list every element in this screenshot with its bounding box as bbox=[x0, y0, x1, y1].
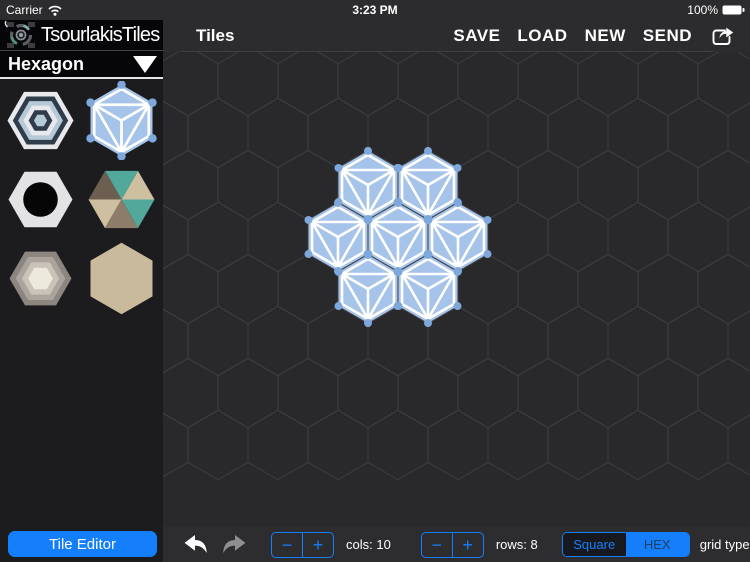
share-button[interactable] bbox=[709, 24, 735, 48]
palette-tile-concentric-gray-hexagon[interactable] bbox=[0, 239, 81, 318]
toolbar: Tiles SAVE LOAD NEW SEND bbox=[163, 20, 750, 52]
palette-tile-solid-tan-hexagon[interactable] bbox=[81, 239, 162, 318]
app-logo-icon bbox=[4, 20, 35, 48]
main-area: Tiles SAVE LOAD NEW SEND − + cols: 10 − … bbox=[127, 20, 750, 562]
tile-canvas[interactable] bbox=[127, 45, 750, 527]
grid-type-label: grid type bbox=[699, 537, 750, 552]
palette-tile-blue-y-pattern-hexagon[interactable] bbox=[81, 81, 162, 160]
load-button[interactable]: LOAD bbox=[517, 26, 567, 46]
cols-count-label: cols: 10 bbox=[346, 537, 391, 552]
app-screen: Carrier 3:23 PM 100% TsourlakisTiles Hex… bbox=[0, 0, 750, 562]
palette-tile-white-hexagon-black-circle[interactable] bbox=[0, 160, 81, 239]
cols-stepper: − + bbox=[271, 531, 334, 558]
rows-count-label: rows: 8 bbox=[495, 537, 538, 552]
app-header: TsourlakisTiles bbox=[0, 20, 163, 51]
grid-type-segmented-control: Square HEX bbox=[561, 532, 690, 557]
rows-plus-button[interactable]: + bbox=[453, 533, 483, 557]
toolbar-actions: SAVE LOAD NEW SEND bbox=[453, 20, 735, 52]
app-title: TsourlakisTiles bbox=[41, 23, 160, 46]
save-button[interactable]: SAVE bbox=[453, 26, 500, 46]
rows-minus-button[interactable]: − bbox=[422, 532, 453, 557]
undo-arrow-icon bbox=[184, 535, 207, 553]
battery-percent: 100% bbox=[687, 3, 718, 17]
sidebar: TsourlakisTiles Hexagon Tile Editor bbox=[0, 20, 163, 562]
battery-icon bbox=[722, 5, 745, 15]
chevron-down-icon bbox=[133, 55, 157, 73]
page-title: Tiles bbox=[196, 26, 235, 45]
new-button[interactable]: NEW bbox=[585, 26, 626, 46]
undo-button[interactable] bbox=[183, 533, 210, 556]
clock: 3:23 PM bbox=[352, 3, 398, 17]
palette-tile-triangle-mosaic-hexagon[interactable] bbox=[81, 160, 162, 239]
rows-stepper: − + bbox=[420, 531, 484, 558]
palette-tile-concentric-blue-hexagon[interactable] bbox=[0, 81, 81, 160]
grid-type-segment-hex[interactable]: HEX bbox=[625, 533, 689, 556]
status-bar: Carrier 3:23 PM 100% bbox=[0, 0, 750, 20]
redo-arrow-icon bbox=[223, 535, 246, 553]
share-icon bbox=[712, 27, 734, 45]
shape-selector-value: Hexagon bbox=[8, 53, 85, 74]
cols-plus-button[interactable]: + bbox=[303, 533, 333, 557]
send-button[interactable]: SEND bbox=[643, 26, 692, 46]
cols-minus-button[interactable]: − bbox=[272, 532, 303, 557]
redo-button[interactable] bbox=[220, 533, 247, 556]
bottom-toolbar: − + cols: 10 − + rows: 8 Square HEX grid … bbox=[163, 527, 750, 562]
tile-palette bbox=[0, 79, 163, 318]
hex-grid bbox=[127, 45, 750, 481]
shape-selector-dropdown[interactable]: Hexagon bbox=[0, 51, 163, 79]
grid-type-segment-square[interactable]: Square bbox=[562, 533, 626, 556]
tile-editor-button[interactable]: Tile Editor bbox=[8, 531, 157, 557]
